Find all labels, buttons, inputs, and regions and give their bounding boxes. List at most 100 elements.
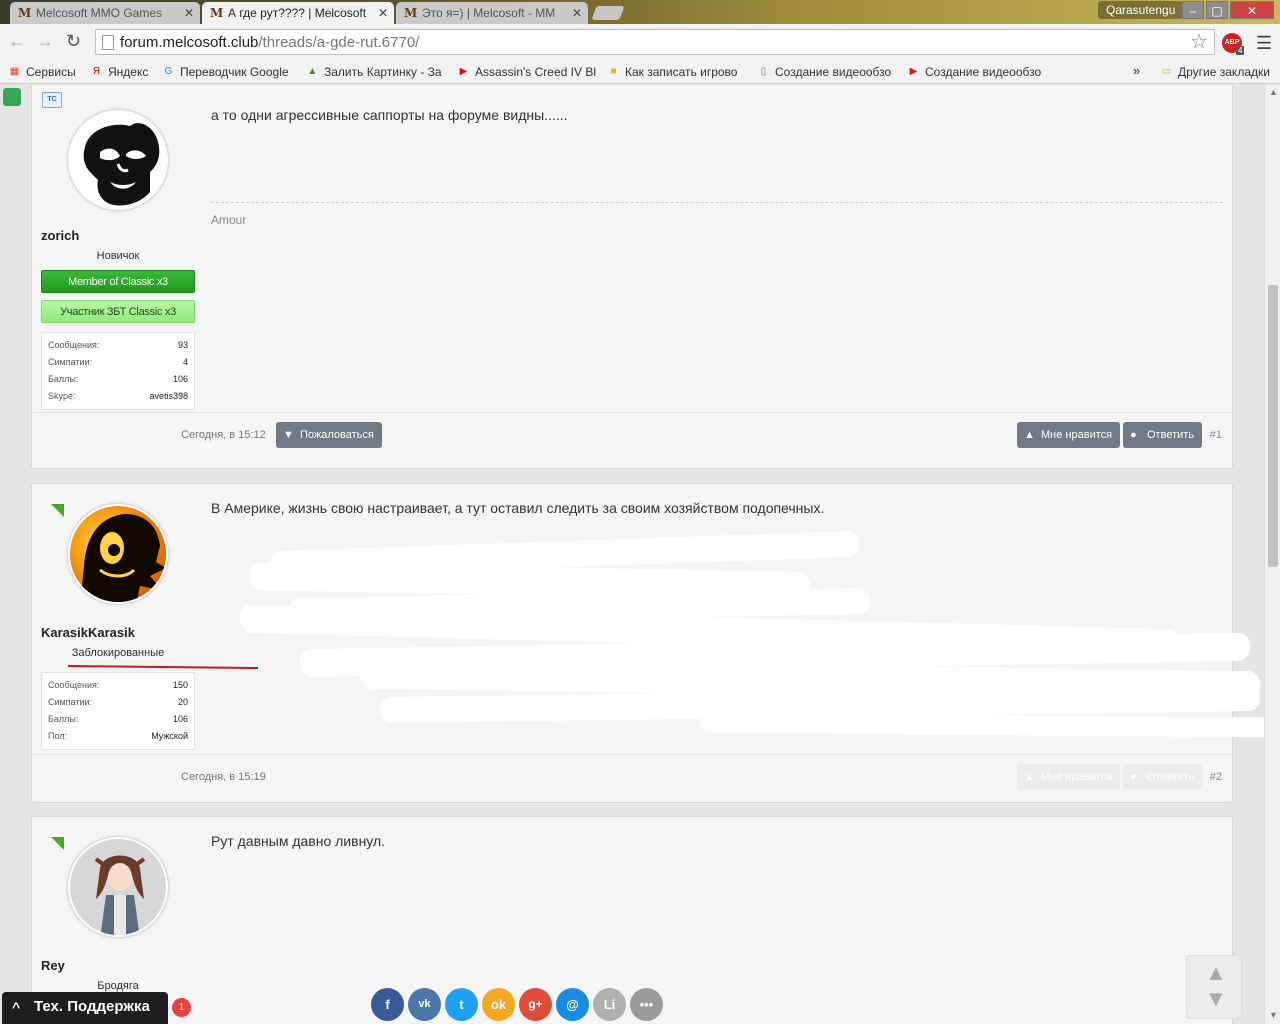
avatar-character-image (80, 514, 166, 602)
user-title: Заблокированные (71, 647, 165, 659)
maximize-button[interactable]: ▢ (1206, 1, 1228, 19)
user-stats: Сообщения: 93 Симпатии: 4 Баллы: 106 Skype:… (41, 332, 195, 410)
support-chat-button[interactable]: ^ Тех. Поддержка (2, 992, 168, 1024)
like-button[interactable]: ▲ Мне нравится (1017, 422, 1121, 448)
odnoklassniki-icon[interactable]: ok (482, 988, 515, 1021)
vk-icon[interactable]: vk (408, 988, 441, 1021)
user-title: Бродяга (97, 980, 139, 992)
post-number[interactable]: #1 (1210, 429, 1222, 441)
close-tab-icon[interactable]: ✕ (184, 2, 194, 24)
avatar-anime-girl-image (94, 855, 146, 935)
bookmark-star-icon[interactable]: ☆ (1190, 30, 1208, 54)
browser-tab[interactable]: M Это я=) | Melcosoft - MM ✕ (396, 2, 588, 24)
bookmark-item[interactable]: ▯ Создание видеообзо (757, 63, 891, 81)
google-plus-icon[interactable]: g+ (519, 988, 552, 1021)
new-tab-button[interactable] (591, 6, 625, 20)
youtube-icon: ▶ (909, 66, 918, 77)
bookmark-item[interactable]: Я Яндекс (90, 63, 148, 81)
user-stats: Сообщения: 150 Симпатии: 20 Баллы: 106 Пол:… (41, 672, 195, 750)
google-translate-icon: G (164, 66, 173, 77)
twitter-icon[interactable]: t (445, 988, 478, 1021)
online-indicator-icon (51, 837, 65, 851)
google-toolbar-icon[interactable] (3, 88, 21, 106)
minimize-button[interactable]: – (1182, 1, 1204, 19)
bookmark-item[interactable]: ■ Как записать игрово (607, 63, 737, 81)
close-window-button[interactable]: ✕ (1230, 1, 1274, 19)
other-bookmarks[interactable]: ▭ Другие закладки (1160, 63, 1270, 81)
tab-title: Это я=) | Melcosoft - MM (422, 6, 556, 20)
username[interactable]: KarasikKarasik (41, 625, 135, 640)
melcosoft-favicon-icon: M (404, 6, 418, 20)
page-icon (102, 35, 114, 50)
yandex-icon: Я (92, 66, 101, 77)
thumbs-down-icon: ▼ (283, 429, 294, 441)
reload-icon[interactable]: ↻ (66, 32, 81, 50)
thumbs-up-icon: ▲ (1024, 429, 1035, 441)
user-title: Новичок (96, 250, 140, 262)
reply-button[interactable]: ● Ответить (1123, 422, 1203, 448)
post-footer: Сегодня, в 15:12 ▼ Пожаловаться ▲ Мне нрав… (32, 412, 1232, 460)
avatar-face-image (83, 123, 160, 206)
scroll-down-arrow-icon[interactable]: ▼ (1269, 1010, 1278, 1020)
like-button[interactable]: ▲ Мне нравится (1017, 764, 1121, 790)
page-icon: ▯ (760, 66, 767, 77)
browser-tab-strip: M Melcosoft MMO Games ✕ M А где рут???? … (0, 0, 1280, 24)
forum-post: TC zorich Новичок Member of Classic x3 У… (31, 85, 1233, 469)
bookmark-folder-icon: ■ (610, 66, 617, 77)
close-tab-icon[interactable]: ✕ (572, 2, 582, 24)
bookmark-item[interactable]: ▲ Залить Картинку - За (306, 63, 442, 81)
post-number[interactable]: #2 (1210, 771, 1222, 783)
scrollbar-thumb[interactable] (1268, 285, 1278, 567)
online-indicator-icon (51, 504, 65, 518)
menu-icon[interactable]: ☰ (1256, 34, 1272, 52)
more-icon[interactable]: ••• (630, 988, 663, 1021)
thumbs-up-icon: ▲ (1024, 771, 1035, 783)
liveinternet-icon[interactable]: Li (593, 988, 626, 1021)
post-date[interactable]: Сегодня, в 15:12 (181, 429, 266, 441)
page-scrollbar[interactable]: ▲ ▼ (1264, 85, 1280, 1024)
browser-tab-active[interactable]: M А где рут???? | Melcosoft ✕ (202, 2, 394, 24)
speech-bubble-icon: ● (1130, 429, 1137, 441)
reply-button[interactable]: ● Ответить (1123, 764, 1203, 790)
bookmarks-bar: ▦ Сервисы Я Яндекс G Переводчик Google ▲ Зал… (0, 60, 1280, 84)
report-button[interactable]: ▼ Пожаловаться (276, 422, 382, 448)
post-footer: Сегодня, в 15:19 ▲ Мне нравится ● Ответить… (32, 754, 1232, 802)
bookmark-item[interactable]: ▶ Assassin's Creed IV Bl (457, 63, 596, 81)
post-message: Рут давным давно ливнул. (211, 833, 386, 849)
post-date[interactable]: Сегодня, в 15:19 (181, 771, 266, 783)
mailru-icon[interactable]: @ (556, 988, 589, 1021)
speech-bubble-icon: ● (1130, 771, 1137, 783)
profile-name[interactable]: Qarasutengu (1098, 1, 1184, 19)
tab-title: А где рут???? | Melcosoft (228, 6, 367, 20)
signature-divider (211, 202, 1223, 203)
browser-tab[interactable]: M Melcosoft MMO Games ✕ (10, 2, 200, 24)
bookmark-item[interactable]: ▦ Сервисы (8, 63, 76, 81)
youtube-icon: ▶ (459, 66, 468, 77)
avatar[interactable] (68, 110, 168, 210)
thread-starter-badge: TC (42, 92, 62, 108)
close-tab-icon[interactable]: ✕ (378, 2, 388, 24)
forum-page: TC zorich Новичок Member of Classic x3 У… (0, 85, 1264, 1024)
scroll-to-top-icon[interactable]: ▲ (1205, 962, 1227, 984)
back-icon[interactable]: ← (8, 32, 26, 50)
more-bookmarks-icon[interactable]: » (1133, 63, 1140, 78)
username[interactable]: zorich (41, 228, 79, 243)
bookmark-item[interactable]: ▶ Создание видеообзо (907, 63, 1042, 81)
avatar[interactable] (68, 504, 168, 604)
bookmark-item[interactable]: G Переводчик Google (162, 63, 289, 81)
melcosoft-favicon-icon: M (18, 6, 32, 20)
image-upload-icon: ▲ (307, 66, 318, 77)
scroll-to-controls: ▲ ▼ (1186, 955, 1242, 1019)
facebook-icon[interactable]: f (371, 988, 404, 1021)
support-notification-badge: 1 (172, 998, 191, 1017)
avatar[interactable] (68, 837, 168, 937)
username[interactable]: Rey (41, 958, 65, 973)
scroll-up-arrow-icon[interactable]: ▲ (1269, 87, 1278, 97)
scroll-to-bottom-icon[interactable]: ▼ (1205, 988, 1227, 1010)
support-label: Тех. Поддержка (34, 998, 150, 1015)
forward-icon[interactable]: → (36, 32, 54, 50)
tab-title: Melcosoft MMO Games (36, 6, 163, 20)
melcosoft-favicon-icon: M (210, 6, 224, 20)
user-banner: Участник ЗБТ Classic x3 (41, 300, 195, 323)
address-bar[interactable]: forum.melcosoft.club/threads/a-gde-rut.6… (95, 29, 1215, 55)
